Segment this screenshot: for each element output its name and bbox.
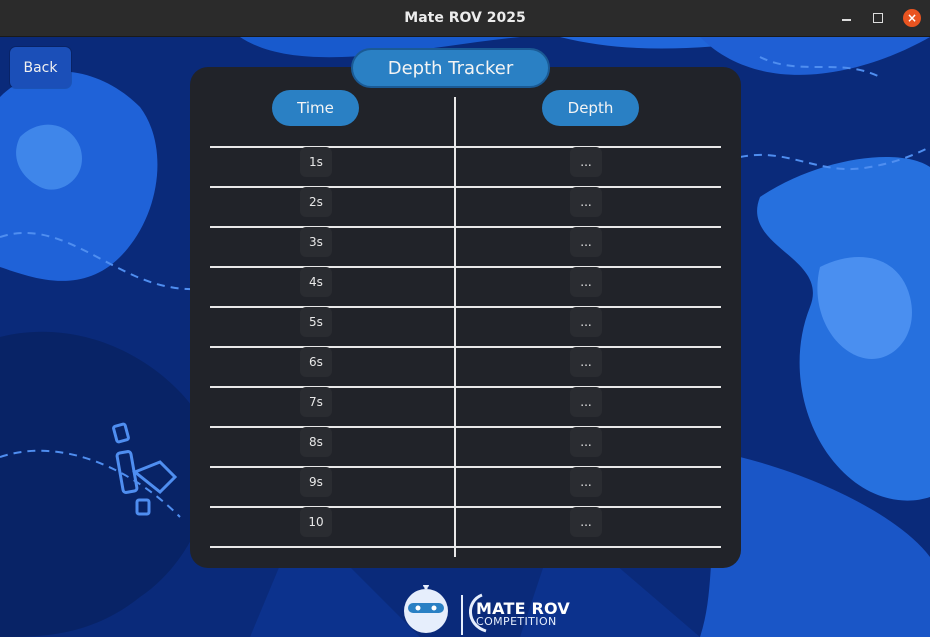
- depth-cell: ...: [570, 467, 602, 497]
- minimize-icon[interactable]: [837, 9, 855, 27]
- maximize-icon[interactable]: [869, 9, 887, 27]
- depth-cell: ...: [570, 347, 602, 377]
- row-divider: [210, 306, 721, 308]
- depth-column-header: Depth: [542, 90, 639, 126]
- depth-cell: ...: [570, 187, 602, 217]
- time-column-header: Time: [272, 90, 359, 126]
- row-divider: [210, 146, 721, 148]
- time-cell: 10: [300, 507, 332, 537]
- close-icon[interactable]: ×: [903, 9, 921, 27]
- row-divider: [210, 546, 721, 548]
- time-cell: 1s: [300, 147, 332, 177]
- depth-cell: ...: [570, 427, 602, 457]
- time-cell: 9s: [300, 467, 332, 497]
- footer-logo: MATE ROV COMPETITION: [396, 582, 586, 637]
- column-divider: [454, 97, 456, 557]
- row-divider: [210, 466, 721, 468]
- panel-title: Depth Tracker: [351, 48, 550, 88]
- time-cell: 3s: [300, 227, 332, 257]
- time-cell: 4s: [300, 267, 332, 297]
- time-cell: 6s: [300, 347, 332, 377]
- row-divider: [210, 226, 721, 228]
- depth-cell: ...: [570, 307, 602, 337]
- time-cell: 8s: [300, 427, 332, 457]
- depth-cell: ...: [570, 507, 602, 537]
- depth-cell: ...: [570, 387, 602, 417]
- row-divider: [210, 266, 721, 268]
- row-divider: [210, 346, 721, 348]
- time-cell: 5s: [300, 307, 332, 337]
- depth-tracker-panel: [190, 67, 741, 568]
- row-divider: [210, 426, 721, 428]
- depth-cell: ...: [570, 267, 602, 297]
- row-divider: [210, 506, 721, 508]
- depth-cell: ...: [570, 147, 602, 177]
- window-title: Mate ROV 2025: [404, 10, 526, 26]
- time-cell: 7s: [300, 387, 332, 417]
- time-cell: 2s: [300, 187, 332, 217]
- depth-cell: ...: [570, 227, 602, 257]
- brand-subtitle: COMPETITION: [476, 615, 557, 628]
- row-divider: [210, 386, 721, 388]
- window-titlebar: Mate ROV 2025 ×: [0, 0, 930, 37]
- back-button[interactable]: Back: [10, 47, 71, 88]
- row-divider: [210, 186, 721, 188]
